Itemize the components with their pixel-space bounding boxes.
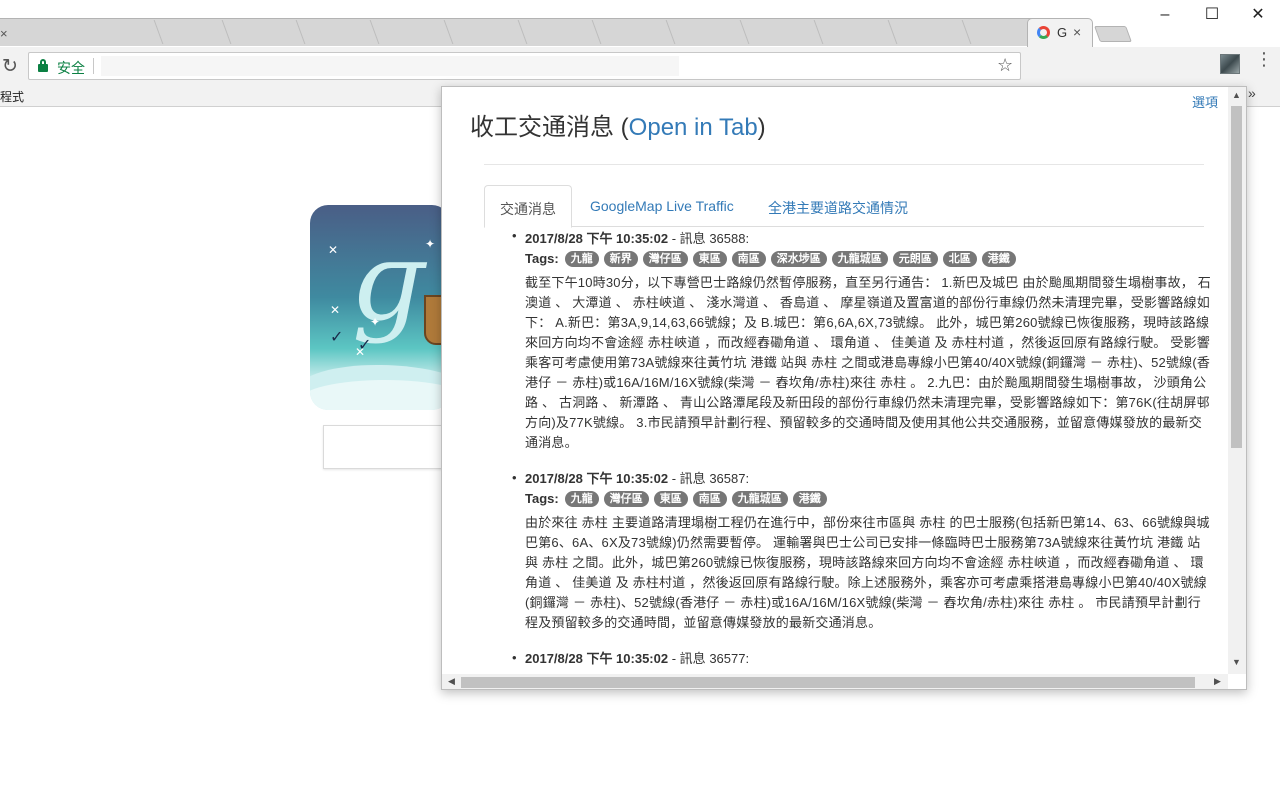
news-tags: Tags: 九龍 灣仔區 東區 南區 九龍城區 港鐵 — [525, 489, 1212, 509]
tag-badge: 南區 — [692, 491, 727, 507]
news-tags: Tags: 九龍 新界 灣仔區 東區 南區 深水埗區 九龍城區 元朗區 北區 港… — [525, 249, 1212, 269]
menu-icon[interactable]: ⋮ — [1255, 50, 1273, 68]
bookmark-star-icon[interactable]: ☆ — [997, 55, 1013, 76]
news-msg-id: 36588: — [709, 231, 750, 246]
google-doodle[interactable]: ɡ ✕ ✕ ✦ ✦ ✕ ✓ ✓ — [310, 205, 450, 410]
bullet: • — [512, 470, 517, 485]
tab-title: G — [1057, 25, 1068, 40]
tag-badge: 九龍城區 — [831, 251, 888, 267]
tag-badge: 九龍城區 — [731, 491, 788, 507]
tag-badge: 灣仔區 — [642, 251, 688, 267]
google-favicon-icon — [1037, 26, 1050, 39]
vertical-scrollbar[interactable]: ▲ ▼ — [1228, 87, 1246, 674]
new-tab-button[interactable] — [1094, 26, 1132, 42]
news-datetime: 2017/8/28 下午 10:35:02 — [525, 471, 669, 486]
tab-strip: × G × – ☐ ✕ — [0, 0, 1280, 50]
news-item: • 2017/8/28 下午 10:35:02 - 訊息 36577: — [442, 649, 1232, 669]
tag-badge: 港鐵 — [792, 491, 827, 507]
tag-badge: 港鐵 — [981, 251, 1016, 267]
maximize-icon[interactable]: ☐ — [1197, 4, 1227, 26]
extension-popup: 選項 收工交通消息 (Open in Tab) 交通消息 GoogleMap L… — [441, 86, 1247, 690]
tab-googlemap-live-traffic[interactable]: GoogleMap Live Traffic — [575, 185, 749, 227]
bookmarks-more-icon[interactable]: » — [1248, 85, 1256, 101]
bullet: • — [512, 650, 517, 665]
extension-icon[interactable] — [1220, 54, 1240, 74]
news-body: 截至下午10時30分，以下專營巴士路線仍然暫停服務，直至另行通告： 1.新巴及城… — [525, 275, 1211, 450]
browser-toolbar: ↻ 安全 ☆ ⋮ — [0, 47, 1280, 85]
tag-badge: 九龍 — [564, 251, 599, 267]
scroll-up-icon[interactable]: ▲ — [1232, 90, 1241, 100]
scroll-left-icon[interactable]: ◀ — [448, 676, 455, 687]
news-datetime: 2017/8/28 下午 10:35:02 — [525, 651, 669, 666]
horizontal-scrollbar[interactable]: ◀ ▶ — [442, 674, 1228, 689]
tag-badge: 深水埗區 — [770, 251, 827, 267]
tag-badge: 東區 — [692, 251, 727, 267]
tag-badge: 灣仔區 — [603, 491, 649, 507]
tag-badge: 東區 — [653, 491, 688, 507]
news-list: • 2017/8/28 下午 10:35:02 - 訊息 36588: Tags… — [442, 227, 1232, 669]
tab-major-roads[interactable]: 全港主要道路交通情況 — [753, 185, 923, 227]
omnibox-divider — [93, 58, 94, 74]
minimize-icon[interactable]: – — [1150, 4, 1180, 26]
popup-tabs: 交通消息 GoogleMap Live Traffic 全港主要道路交通情況 — [484, 185, 1204, 228]
news-msg-id: 36587: — [709, 471, 750, 486]
tag-badge: 新界 — [603, 251, 638, 267]
open-in-tab-link[interactable]: Open in Tab — [629, 114, 758, 141]
news-header: 2017/8/28 下午 10:35:02 - 訊息 36587: — [525, 471, 750, 486]
news-datetime: 2017/8/28 下午 10:35:02 — [525, 231, 669, 246]
close-window-icon[interactable]: ✕ — [1243, 4, 1273, 26]
tab-traffic-news[interactable]: 交通消息 — [484, 185, 572, 228]
news-content[interactable]: • 2017/8/28 下午 10:35:02 - 訊息 36588: Tags… — [442, 227, 1232, 674]
left-tab-close-icon[interactable]: × — [0, 26, 8, 41]
reload-icon[interactable]: ↻ — [2, 55, 18, 78]
doodle-letter-image: ɡ — [352, 217, 423, 345]
scroll-down-icon[interactable]: ▼ — [1232, 657, 1241, 667]
news-item: • 2017/8/28 下午 10:35:02 - 訊息 36588: Tags… — [442, 227, 1232, 453]
tab-close-icon[interactable]: × — [1073, 24, 1081, 40]
address-bar[interactable]: 安全 ☆ — [28, 52, 1021, 80]
news-msg-id: 36577: — [709, 651, 750, 666]
bullet: • — [512, 228, 517, 243]
lock-icon — [38, 59, 48, 72]
news-header: 2017/8/28 下午 10:35:02 - 訊息 36577: — [525, 651, 750, 666]
scrollbar-thumb[interactable] — [461, 677, 1195, 688]
tag-badge: 南區 — [731, 251, 766, 267]
tag-badge: 九龍 — [564, 491, 599, 507]
tag-badge: 北區 — [942, 251, 977, 267]
tag-badge: 元朗區 — [892, 251, 938, 267]
news-body: 由於來往 赤柱 主要道路清理塌樹工程仍在進行中，部份來往市區與 赤柱 的巴士服務… — [525, 515, 1210, 630]
title-divider — [484, 164, 1204, 165]
scroll-right-icon[interactable]: ▶ — [1214, 676, 1221, 687]
secure-label: 安全 — [57, 60, 85, 76]
options-link[interactable]: 選項 — [1192, 92, 1218, 111]
url-text[interactable] — [101, 56, 679, 76]
news-item: • 2017/8/28 下午 10:35:02 - 訊息 36587: Tags… — [442, 469, 1232, 633]
news-header: 2017/8/28 下午 10:35:02 - 訊息 36588: — [525, 231, 750, 246]
active-tab[interactable]: G × — [1027, 18, 1093, 47]
scrollbar-thumb[interactable] — [1231, 106, 1242, 448]
popup-title: 收工交通消息 (Open in Tab) — [470, 114, 766, 141]
bookmark-item[interactable]: 程式 — [0, 88, 24, 105]
